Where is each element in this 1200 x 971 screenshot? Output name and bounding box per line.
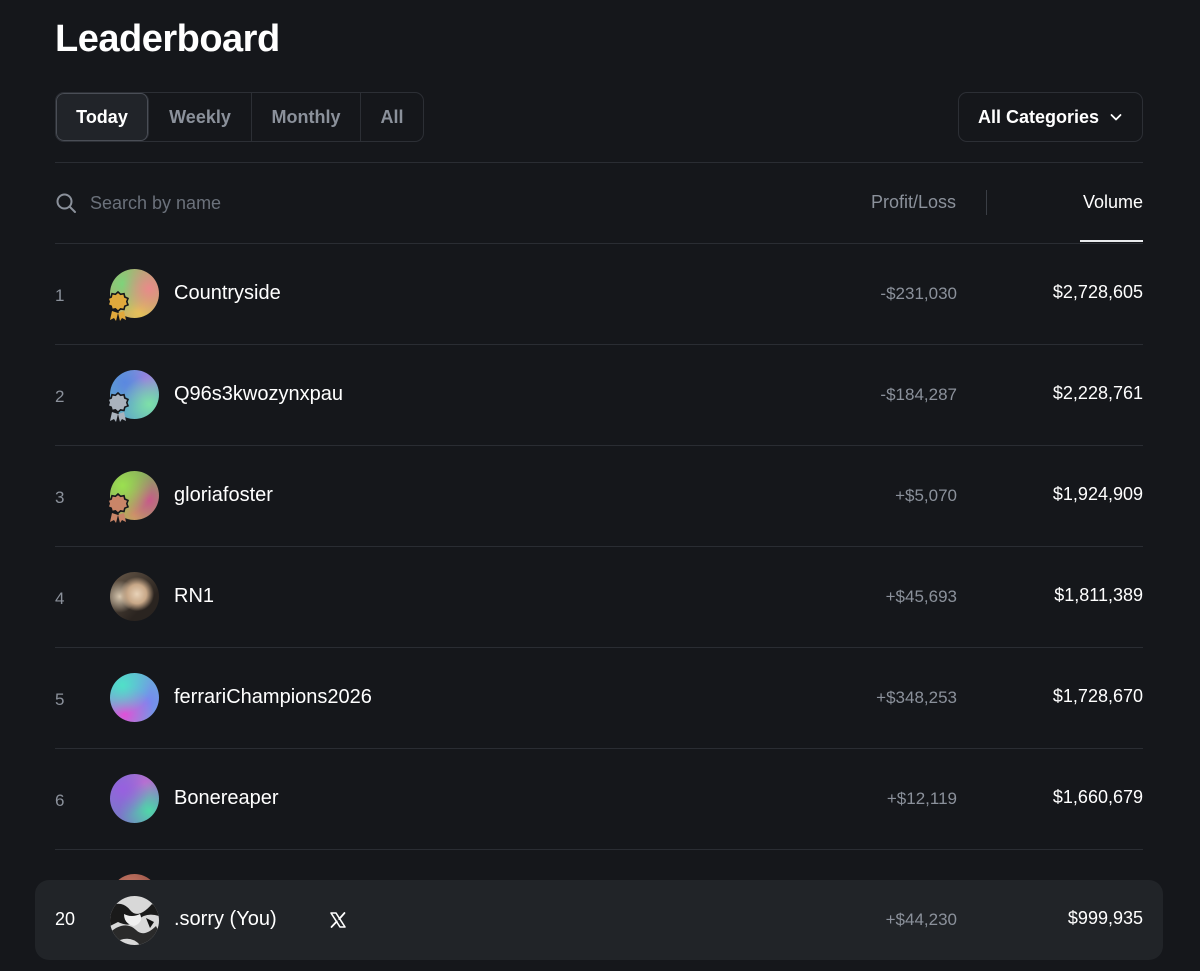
volume-value: $1,728,670	[1052, 686, 1143, 706]
avatar	[110, 673, 159, 722]
rank: 1	[55, 286, 65, 305]
sort-separator	[986, 190, 987, 215]
tab-monthly[interactable]: Monthly	[252, 93, 361, 141]
period-tabs: Today Weekly Monthly All	[55, 92, 424, 142]
search-input[interactable]	[90, 190, 490, 216]
rank: 20	[55, 909, 76, 929]
bronze-medal-icon	[106, 492, 130, 523]
silver-medal-icon	[106, 391, 130, 422]
leaderboard-row[interactable]: 2 Q96s3kwozynxpau -$184,287 $2,228,761	[55, 345, 1143, 446]
user-name[interactable]: .sorry (You)	[174, 908, 277, 931]
chevron-down-icon	[1109, 110, 1123, 124]
sort-volume[interactable]: Volume	[1083, 192, 1143, 213]
tab-all[interactable]: All	[361, 93, 423, 141]
tab-weekly[interactable]: Weekly	[149, 93, 252, 141]
page-title: Leaderboard	[55, 18, 280, 60]
rank: 4	[55, 589, 65, 608]
avatar	[110, 572, 159, 621]
volume-value: $2,728,605	[1052, 282, 1143, 302]
profit-loss-value: +$348,253	[876, 688, 957, 707]
profit-loss-value: -$231,030	[880, 284, 957, 303]
volume-value: $2,228,761	[1052, 383, 1143, 403]
user-name[interactable]: Q96s3kwozynxpau	[174, 383, 343, 406]
leaderboard-row[interactable]: 1 Countryside -$231,030 $2,728,605	[55, 244, 1143, 345]
user-name[interactable]: RN1	[174, 585, 214, 608]
leaderboard-row[interactable]: 5 ferrariChampions2026 +$348,253 $1,728,…	[55, 648, 1143, 749]
profit-loss-value: -$184,287	[880, 385, 957, 404]
leaderboard-page: Leaderboard Today Weekly Monthly All All…	[0, 0, 1200, 971]
category-dropdown-label: All Categories	[977, 106, 1100, 127]
tab-today[interactable]: Today	[56, 93, 149, 141]
search-icon	[55, 192, 77, 214]
leaderboard-row[interactable]: 3 gloriafoster +$5,070 $1,924,909	[55, 446, 1143, 547]
profit-loss-value: +$5,070	[895, 486, 957, 505]
active-sort-indicator	[1080, 240, 1143, 242]
rank: 6	[55, 791, 65, 810]
profit-loss-value: +$45,693	[885, 587, 957, 606]
profit-loss-value: +$12,119	[886, 789, 957, 808]
user-name[interactable]: gloriafoster	[174, 484, 273, 507]
gold-medal-icon	[106, 290, 130, 321]
avatar	[110, 896, 159, 945]
leaderboard-row[interactable]: 4 RN1 +$45,693 $1,811,389	[55, 547, 1143, 648]
rank: 3	[55, 488, 65, 507]
avatar	[110, 774, 159, 823]
rank: 2	[55, 387, 65, 406]
current-user-row[interactable]: 20 .sorry (You) +$44,230 $999,935	[35, 880, 1163, 960]
x-logo-icon[interactable]	[329, 911, 347, 929]
divider	[55, 162, 1143, 163]
user-name[interactable]: ferrariChampions2026	[174, 686, 372, 709]
volume-value: $1,811,389	[1054, 585, 1143, 605]
category-dropdown[interactable]: All Categories	[958, 92, 1143, 142]
user-name[interactable]: Bonereaper	[174, 787, 279, 810]
profit-loss-value: +$44,230	[885, 910, 957, 929]
volume-value: $1,924,909	[1052, 484, 1143, 504]
leaderboard-row[interactable]: 6 Bonereaper +$12,119 $1,660,679	[55, 749, 1143, 850]
user-name[interactable]: Countryside	[174, 282, 281, 305]
rank: 5	[55, 690, 65, 709]
leaderboard-list: 1 Countryside -$231,030 $2,728,605 2 Q96…	[55, 244, 1143, 850]
volume-value: $1,660,679	[1052, 787, 1143, 807]
volume-value: $999,935	[1067, 908, 1143, 928]
sort-profit-loss[interactable]: Profit/Loss	[871, 192, 956, 213]
